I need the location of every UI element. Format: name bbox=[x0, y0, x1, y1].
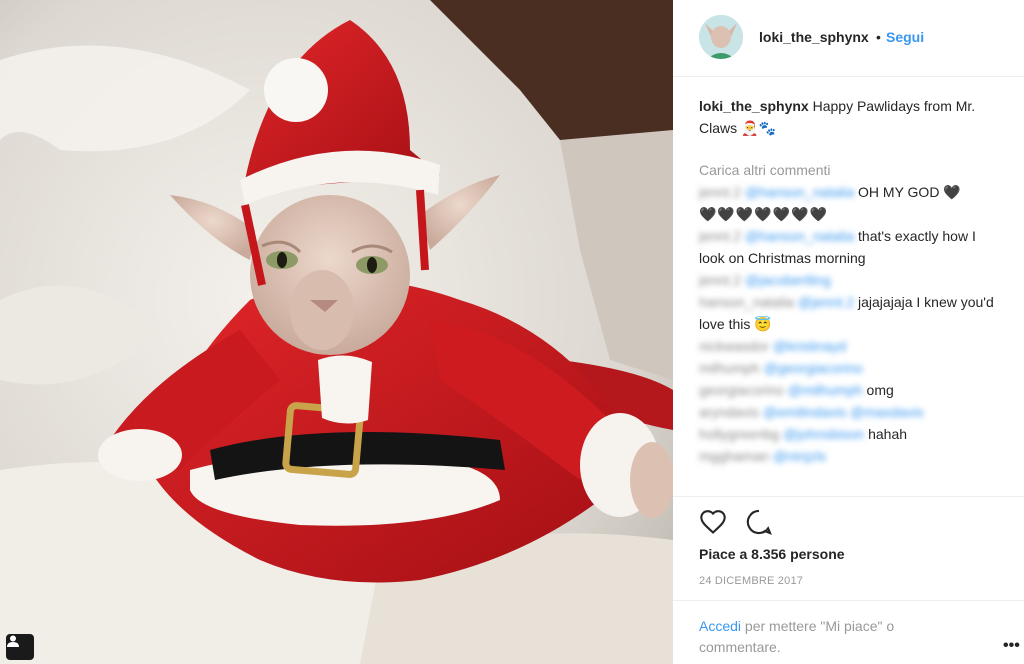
comment: jennt.2 @hanson_natalia that's exactly h… bbox=[699, 228, 976, 266]
post-author-username[interactable]: loki_the_sphynx bbox=[759, 29, 869, 45]
comment: aryndavis @emilindavis @maxdavis bbox=[699, 404, 924, 420]
comment: jennt.2 @hanson_natalia OH MY GOD 🖤 bbox=[699, 184, 961, 200]
post-caption: loki_the_sphynx Happy Pawlidays from Mr.… bbox=[699, 95, 999, 139]
load-more-comments-link[interactable]: Carica altri commenti bbox=[699, 159, 999, 181]
likes-count[interactable]: Piace a 8.356 persone bbox=[699, 546, 845, 562]
sphynx-cat-santa-image bbox=[0, 0, 673, 664]
divider bbox=[673, 496, 1024, 497]
login-link[interactable]: Accedi bbox=[699, 618, 741, 634]
post-date: 24 DICEMBRE 2017 bbox=[699, 575, 804, 587]
user-tag-icon[interactable] bbox=[6, 634, 34, 660]
comment: hollygreenbg @johnsbison hahah bbox=[699, 426, 908, 442]
post-side-panel: loki_the_sphynx • Segui loki_the_sphynx … bbox=[673, 0, 1024, 664]
caption-username[interactable]: loki_the_sphynx bbox=[699, 98, 809, 114]
comment-continuation: 🖤🖤🖤🖤🖤🖤🖤 bbox=[699, 206, 829, 222]
post-header: loki_the_sphynx • Segui bbox=[673, 0, 1024, 77]
comment: georgiacorino @milhumph omg bbox=[699, 382, 894, 398]
separator-dot: • bbox=[876, 29, 881, 45]
comment: mgghaman @ninjzls bbox=[699, 448, 827, 464]
divider bbox=[673, 600, 1024, 601]
more-options-icon[interactable]: ••• bbox=[1003, 637, 1020, 655]
post-photo[interactable] bbox=[0, 0, 673, 664]
comment: hanson_natalia @jennt.2 jajajajaja I kne… bbox=[699, 294, 994, 332]
comment-icon[interactable] bbox=[745, 508, 773, 536]
avatar[interactable] bbox=[699, 15, 743, 59]
comment: jennt.2 @jacobertling bbox=[699, 272, 831, 288]
comments-list: loki_the_sphynx Happy Pawlidays from Mr.… bbox=[699, 95, 999, 467]
comment: nickwasdor @kristinayd bbox=[699, 338, 847, 354]
follow-button[interactable]: Segui bbox=[886, 29, 924, 45]
post-actions bbox=[699, 508, 787, 536]
comment: milhumph @georgiacorino bbox=[699, 360, 863, 376]
login-prompt: Accedi per mettere "Mi piace" o commenta… bbox=[699, 616, 949, 658]
heart-icon[interactable] bbox=[699, 508, 727, 536]
